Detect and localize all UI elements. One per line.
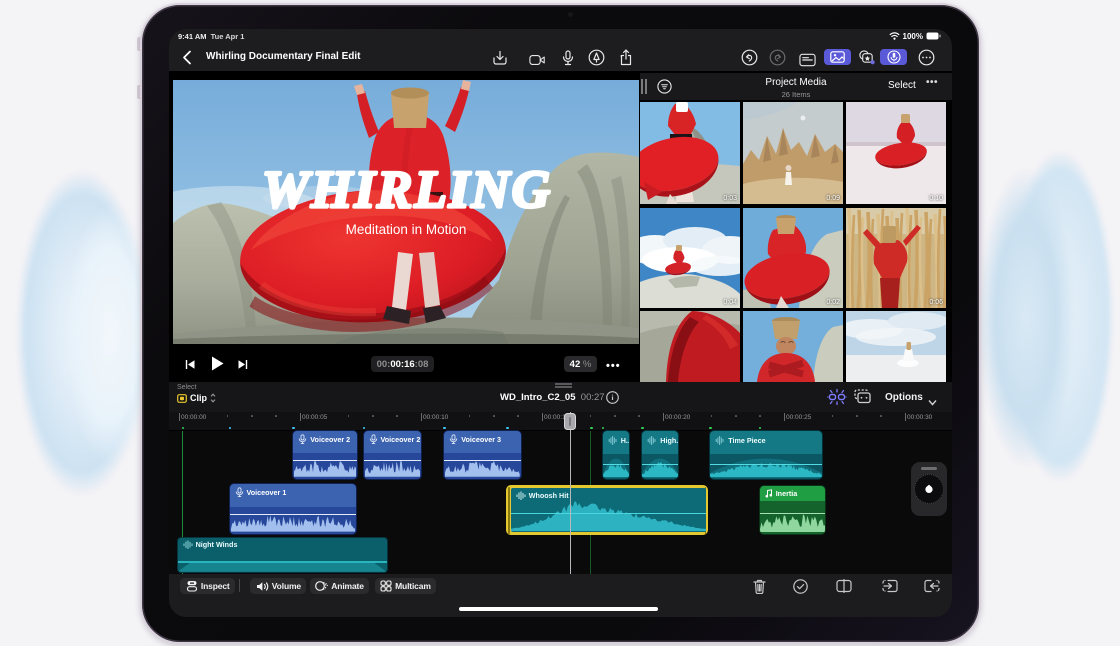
svg-text:WHIRLING: WHIRLING — [262, 161, 550, 219]
svg-text:Meditation in Motion: Meditation in Motion — [346, 222, 467, 237]
